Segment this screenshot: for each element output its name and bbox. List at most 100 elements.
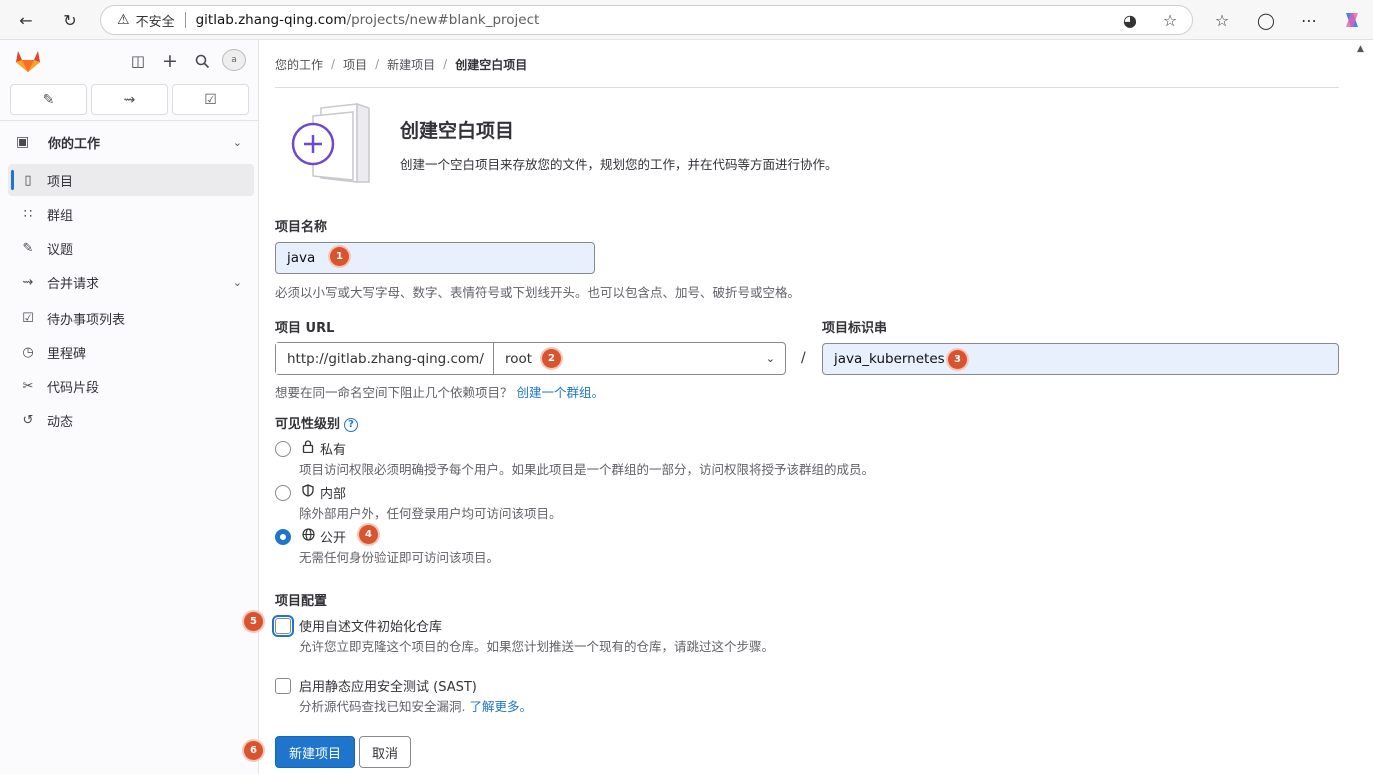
annotation-badge-6: 6: [244, 741, 263, 760]
more-icon[interactable]: ⋯: [1297, 8, 1321, 32]
gitlab-logo-icon[interactable]: [14, 49, 42, 73]
cancel-button[interactable]: 取消: [359, 736, 411, 768]
sidebar-item-issues[interactable]: ✎ 议题: [8, 232, 254, 264]
visibility-internal-option[interactable]: 内部: [275, 483, 346, 502]
sidebar-item-snippets[interactable]: ✂ 代码片段: [8, 370, 254, 402]
back-icon[interactable]: ←: [14, 8, 38, 32]
sidebar-item-label: 里程碑: [47, 346, 87, 362]
sidebar-item-label: 合并请求: [47, 276, 100, 292]
sidebar-item-label: 代码片段: [47, 380, 100, 396]
todo-icon: ☑: [204, 91, 217, 108]
merge-request-icon: ⇝: [22, 274, 34, 290]
reload-icon[interactable]: ↻: [58, 8, 82, 32]
sidebar-item-activity[interactable]: ↺ 动态: [8, 404, 254, 436]
project-slug-label: 项目标识串: [822, 321, 888, 336]
globe-icon: [300, 528, 316, 545]
visibility-private-label: 私有: [320, 443, 347, 458]
breadcrumb-current[interactable]: 创建空白项目: [455, 56, 527, 73]
url-prefix: http://gitlab.zhang-qing.com/: [276, 343, 494, 374]
search-icon[interactable]: [191, 50, 213, 72]
sidebar-item-todos[interactable]: ☑ 待办事项列表: [8, 302, 254, 334]
sidebar-item-label: 待办事项列表: [47, 312, 126, 328]
visibility-internal-radio[interactable]: [275, 484, 291, 501]
visibility-public-radio[interactable]: [275, 528, 291, 545]
learn-more-link[interactable]: 了解更多。: [469, 699, 532, 714]
sidebar-item-label: 议题: [47, 242, 74, 258]
sast-option[interactable]: 启用静态应用安全测试 (SAST): [275, 676, 477, 695]
visibility-internal-desc: 除外部用户外，任何登录用户均可访问该项目。: [299, 506, 562, 521]
create-group-link[interactable]: 创建一个群组。: [517, 385, 605, 400]
visibility-private-radio[interactable]: [275, 440, 291, 457]
blank-project-illustration: [291, 102, 370, 183]
chevron-down-icon: ⌄: [765, 352, 775, 365]
issues-quick-button[interactable]: ✎: [10, 84, 87, 115]
project-name-input[interactable]: java: [275, 242, 595, 274]
sidebar-item-groups[interactable]: ∷ 群组: [8, 198, 254, 230]
sidebar-toggle-icon[interactable]: ◫: [127, 50, 149, 72]
sidebar-item-label: 动态: [47, 414, 74, 430]
context-switcher[interactable]: ▣ 你的工作 ⌄: [8, 126, 254, 158]
readme-option[interactable]: 使用自述文件初始化仓库: [275, 616, 442, 635]
readme-label: 使用自述文件初始化仓库: [299, 620, 443, 635]
merge-request-icon: ⇝: [123, 91, 136, 108]
sidebar-divider: [0, 120, 259, 121]
favorites-icon[interactable]: ☆: [1210, 8, 1234, 32]
group-help-text: 想要在同一命名空间下阻止几个依赖项目？: [275, 385, 513, 400]
sast-checkbox[interactable]: [275, 677, 291, 694]
merge-requests-quick-button[interactable]: ⇝: [91, 84, 168, 115]
visibility-label-text: 可见性级别: [275, 417, 341, 432]
visibility-private-option[interactable]: 私有: [275, 439, 346, 458]
issues-icon: ✎: [22, 240, 34, 256]
breadcrumb-your-work[interactable]: 您的工作: [275, 56, 323, 73]
browser-toolbar: ← ↻ ⚠ 不安全 gitlab.zhang-qing.com/projects…: [0, 0, 1373, 40]
visibility-private-desc: 项目访问权限必须明确授予每个用户。如果此项目是一个群组的一部分，访问权限将授予该…: [299, 462, 875, 477]
sidebar-item-milestones[interactable]: ◷ 里程碑: [8, 336, 254, 368]
issues-icon: ✎: [42, 91, 55, 108]
annotation-badge-3: 3: [948, 350, 967, 369]
todo-icon: ☑: [22, 310, 34, 326]
edge-icon[interactable]: ◯: [1254, 8, 1278, 32]
address-bar[interactable]: ⚠ 不安全 gitlab.zhang-qing.com/projects/new…: [100, 5, 1193, 35]
group-help: 想要在同一命名空间下阻止几个依赖项目？ 创建一个群组。: [275, 382, 604, 401]
plus-icon[interactable]: +: [159, 50, 181, 72]
sast-desc-text: 分析源代码查找已知安全漏洞.: [299, 699, 466, 714]
project-name-help: 必须以小写或大写字母、数字、表情符号或下划线开头。也可以包含点、加号、破折号或空…: [275, 285, 801, 300]
todos-quick-button[interactable]: ☑: [172, 84, 249, 115]
shield-icon: [300, 484, 316, 501]
avatar[interactable]: a: [222, 49, 246, 71]
context-label: 你的工作: [48, 136, 101, 152]
visibility-public-label: 公开: [320, 531, 347, 546]
briefcase-icon: ▣: [16, 134, 30, 150]
namespace-value: root: [505, 350, 533, 367]
copilot-icon[interactable]: [1340, 8, 1364, 32]
help-icon[interactable]: ?: [344, 417, 359, 432]
milestone-icon: ◷: [22, 344, 34, 360]
scroll-up-icon[interactable]: ▲: [1357, 44, 1364, 54]
annotation-badge-4: 4: [359, 525, 378, 544]
create-project-button[interactable]: 新建项目: [275, 736, 355, 768]
breadcrumb-projects[interactable]: 项目: [343, 56, 367, 73]
sidebar-item-label: 项目: [47, 174, 74, 190]
project-url-group: http://gitlab.zhang-qing.com/ root ⌄: [275, 342, 786, 375]
project-slug-input[interactable]: java_kubernetes: [822, 343, 1339, 375]
sidebar: ◫ + a ✎ ⇝ ☑ ▣ 你的工作 ⌄ ▯ 项目 ∷ 群组 ✎ 议题 ⇝ 合并…: [0, 40, 259, 774]
breadcrumb-new-project[interactable]: 新建项目: [387, 56, 435, 73]
lock-icon: [300, 440, 316, 457]
namespace-select[interactable]: root ⌄: [494, 343, 785, 374]
visibility-internal-label: 内部: [320, 487, 347, 502]
project-name-value: java: [287, 250, 316, 266]
project-name-label: 项目名称: [275, 220, 328, 235]
sidebar-item-merge-requests[interactable]: ⇝ 合并请求 ⌄: [8, 266, 254, 298]
sast-label: 启用静态应用安全测试 (SAST): [299, 680, 477, 695]
sidebar-item-projects[interactable]: ▯ 项目: [8, 164, 254, 196]
project-config-label: 项目配置: [275, 594, 328, 609]
activity-icon: ↺: [22, 412, 34, 428]
readme-checkbox[interactable]: [275, 617, 291, 634]
visibility-public-option[interactable]: 公开: [275, 527, 346, 546]
translate-icon[interactable]: ◕: [1118, 8, 1142, 32]
favorite-star-icon[interactable]: ☆: [1158, 8, 1182, 32]
insecure-label: 不安全: [135, 14, 175, 30]
page-title: 创建空白项目: [400, 120, 515, 142]
visibility-public-desc: 无需任何身份验证即可访问该项目。: [299, 550, 500, 565]
project-icon: ▯: [24, 172, 32, 188]
